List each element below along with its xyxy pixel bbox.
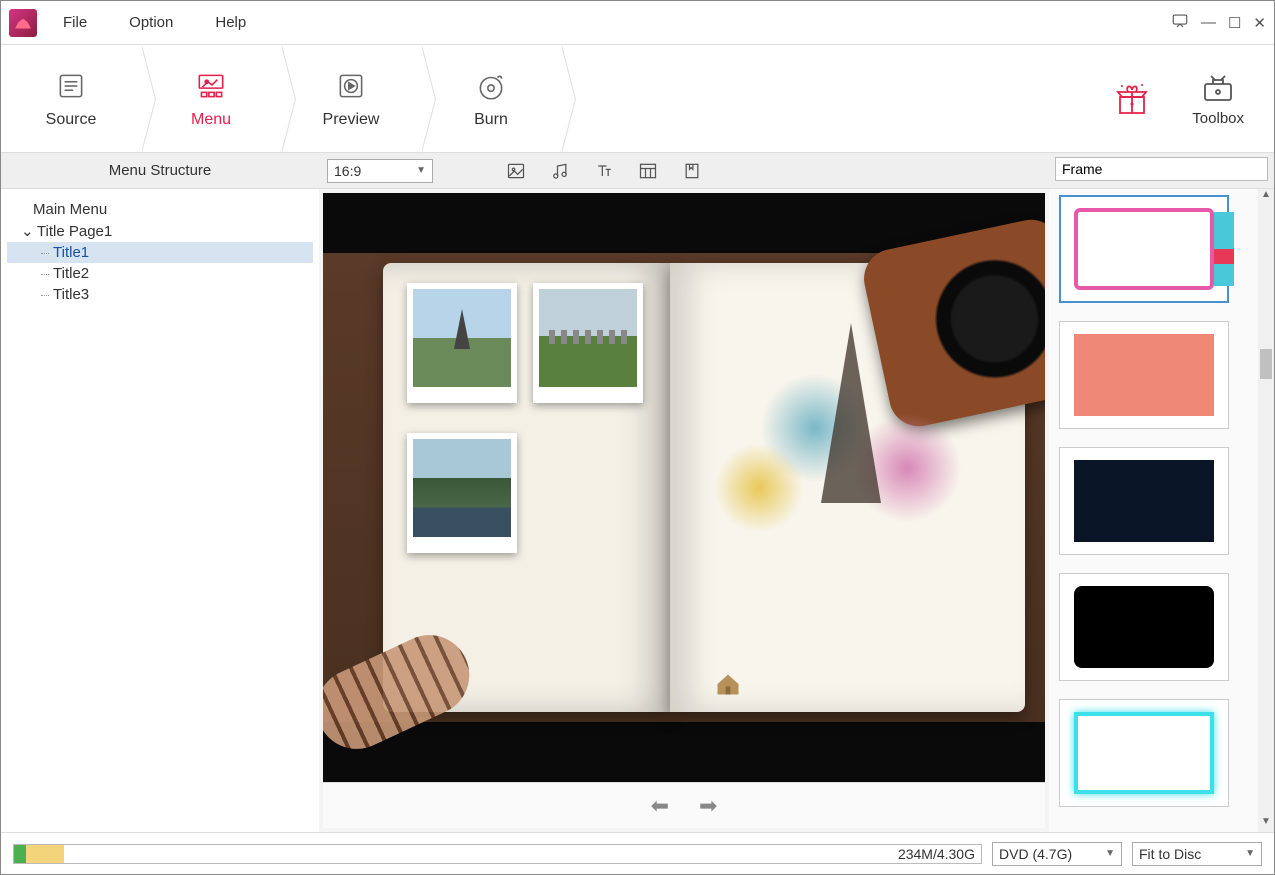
- next-page-button[interactable]: ➡: [699, 793, 717, 819]
- scroll-down-icon[interactable]: ▼: [1258, 816, 1274, 832]
- scroll-up-icon[interactable]: ▲: [1258, 189, 1274, 205]
- close-button[interactable]: ✕: [1253, 14, 1266, 32]
- toolbox-label: Toolbox: [1192, 110, 1244, 127]
- frame-thumb-tv[interactable]: [1059, 195, 1229, 303]
- sketch-decoration: [698, 323, 1005, 682]
- step-burn-label: Burn: [474, 111, 508, 129]
- center-toolbar: 16:9▼: [319, 153, 1049, 189]
- frame-thumb-pink[interactable]: [1059, 321, 1229, 429]
- text-tool[interactable]: [593, 160, 615, 182]
- menu-structure-header: Menu Structure: [1, 153, 319, 189]
- disc-usage-bar: 234M/4.30G: [13, 844, 982, 864]
- thumbnail-title3[interactable]: [407, 433, 517, 553]
- minimize-button[interactable]: —: [1201, 14, 1216, 31]
- step-menu[interactable]: Menu: [141, 45, 281, 152]
- menubar: File Option Help: [57, 10, 1171, 35]
- chapter-tool[interactable]: [681, 160, 703, 182]
- prev-page-button[interactable]: ⬅: [651, 793, 669, 819]
- page-nav: ⬅ ➡: [323, 782, 1045, 828]
- image-tool[interactable]: [505, 160, 527, 182]
- frame-thumb-black[interactable]: [1059, 573, 1229, 681]
- disc-type-select[interactable]: DVD (4.7G)▼: [992, 842, 1122, 866]
- thumbnail-title2[interactable]: [533, 283, 643, 403]
- window-controls: — ☐ ✕: [1171, 12, 1266, 34]
- workspace: Menu Structure Main Menu ⌄ Title Page1 T…: [1, 153, 1274, 832]
- aspect-ratio-select[interactable]: 16:9▼: [327, 159, 433, 183]
- left-panel: Menu Structure Main Menu ⌄ Title Page1 T…: [1, 153, 319, 832]
- frame-search-input[interactable]: [1055, 157, 1268, 181]
- menu-file[interactable]: File: [57, 10, 93, 35]
- step-preview-label: Preview: [323, 111, 380, 129]
- chevron-down-icon: ▼: [1105, 848, 1115, 859]
- right-panel: ▲ ▼: [1049, 153, 1274, 832]
- frame-list: ▲ ▼: [1049, 189, 1274, 832]
- menu-scene: [323, 253, 1045, 722]
- gift-button[interactable]: [1112, 82, 1152, 116]
- titlebar: File Option Help — ☐ ✕: [1, 1, 1274, 45]
- center-panel: 16:9▼: [319, 153, 1049, 832]
- step-burn[interactable]: Burn: [421, 45, 561, 152]
- tree-title3[interactable]: Title3: [7, 284, 313, 305]
- tree-title2[interactable]: Title2: [7, 263, 313, 284]
- disc-usage-text: 234M/4.30G: [898, 845, 975, 863]
- frame-search-wrap: [1049, 153, 1274, 189]
- music-tool[interactable]: [549, 160, 571, 182]
- stepbar: Source Menu Preview Burn Toolbox: [1, 45, 1274, 153]
- menu-help[interactable]: Help: [209, 10, 252, 35]
- step-menu-label: Menu: [191, 111, 231, 129]
- app-logo: [9, 9, 37, 37]
- chevron-down-icon: ▼: [1245, 848, 1255, 859]
- maximize-button[interactable]: ☐: [1228, 14, 1241, 32]
- statusbar: 234M/4.30G DVD (4.7G)▼ Fit to Disc▼: [1, 832, 1274, 874]
- thumbnail-title1[interactable]: [407, 283, 517, 403]
- right-tools: Toolbox: [1112, 70, 1274, 127]
- fit-mode-select[interactable]: Fit to Disc▼: [1132, 842, 1262, 866]
- tree-title1[interactable]: Title1: [7, 242, 313, 263]
- step-preview[interactable]: Preview: [281, 45, 421, 152]
- menu-option[interactable]: Option: [123, 10, 179, 35]
- step-source[interactable]: Source: [1, 45, 141, 152]
- tree-main-menu[interactable]: Main Menu: [7, 199, 313, 220]
- step-source-label: Source: [46, 111, 97, 129]
- layout-tool[interactable]: [637, 160, 659, 182]
- home-button[interactable]: [713, 670, 743, 698]
- tree: Main Menu ⌄ Title Page1 Title1 Title2 Ti…: [1, 189, 319, 832]
- toolbox-button[interactable]: Toolbox: [1192, 70, 1244, 127]
- frame-thumb-cyan[interactable]: [1059, 699, 1229, 807]
- preview-canvas[interactable]: [323, 193, 1045, 782]
- scroll-thumb[interactable]: [1260, 349, 1272, 379]
- canvas-wrap: ⬅ ➡: [319, 189, 1049, 832]
- tree-title-page1[interactable]: ⌄ Title Page1: [7, 220, 313, 242]
- frame-thumb-navy[interactable]: [1059, 447, 1229, 555]
- chevron-down-icon: ▼: [416, 165, 426, 176]
- frame-scrollbar[interactable]: ▲ ▼: [1258, 189, 1274, 832]
- feedback-icon[interactable]: [1171, 12, 1189, 34]
